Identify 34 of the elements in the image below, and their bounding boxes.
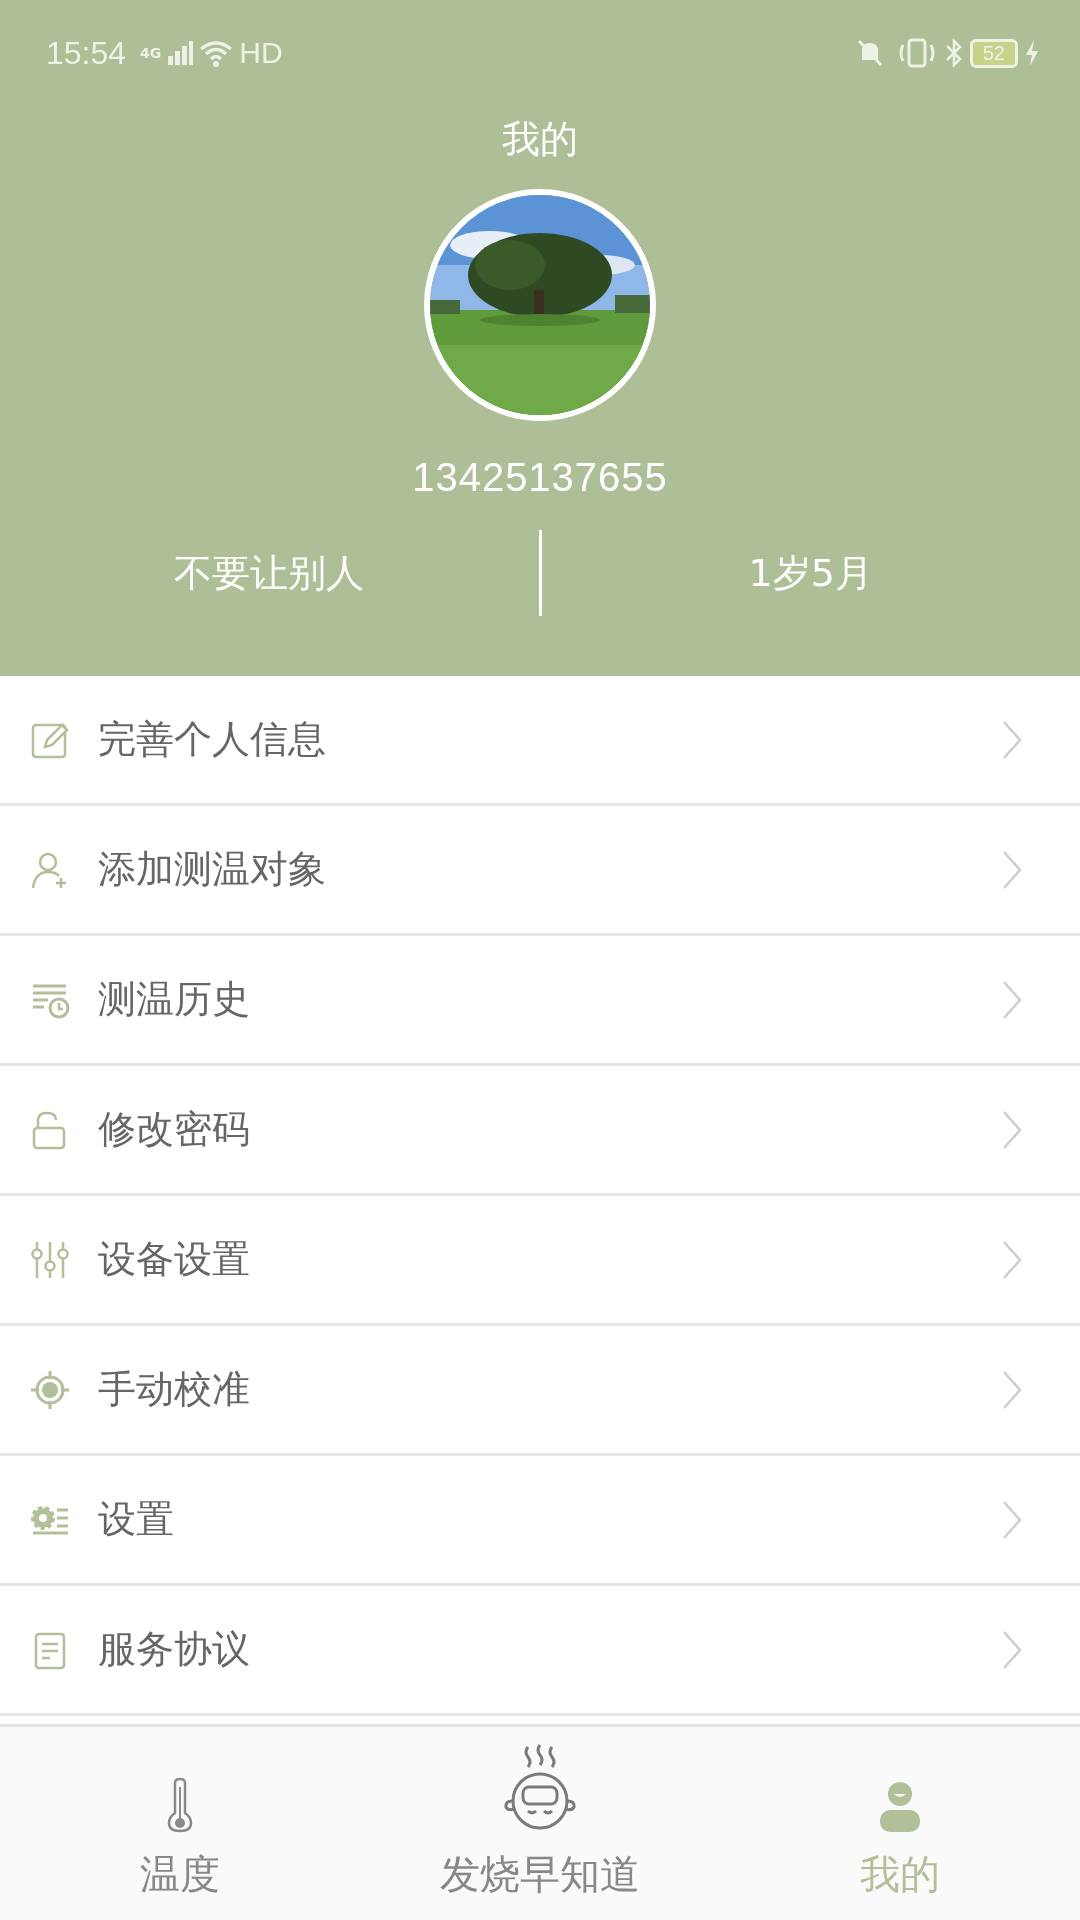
bluetooth-icon [943, 37, 964, 69]
chevron-right-icon [1002, 849, 1022, 890]
menu-label: 设置 [98, 1496, 175, 1543]
profile-name: 不要让别人 [174, 549, 365, 597]
menu-label: 服务协议 [98, 1626, 251, 1673]
sliders-icon [30, 1239, 70, 1280]
menu-label: 设备设置 [98, 1236, 251, 1283]
status-time: 15:54 [46, 34, 127, 72]
signal-icon [167, 40, 194, 66]
wifi-icon [199, 39, 234, 67]
person-icon [878, 1781, 922, 1833]
charging-icon [1024, 39, 1040, 67]
thermometer-icon [165, 1777, 195, 1833]
phone-number: 13425137655 [412, 455, 668, 500]
chevron-right-icon [1002, 1109, 1022, 1150]
wifi-label: HD [239, 36, 283, 70]
chevron-right-icon [1002, 1239, 1022, 1280]
chevron-right-icon [1002, 979, 1022, 1020]
chevron-right-icon [1002, 1499, 1022, 1540]
menu-label: 测温历史 [98, 976, 251, 1023]
chevron-right-icon [1002, 1369, 1022, 1410]
menu-label: 完善个人信息 [98, 716, 327, 763]
battery-indicator: 52 [969, 38, 1018, 68]
target-icon [30, 1369, 70, 1410]
tab[interactable]: 温度 [0, 1727, 360, 1920]
menu-label: 手动校准 [98, 1366, 251, 1413]
menu-label: 修改密码 [98, 1106, 251, 1153]
page-title: 我的 [502, 116, 578, 163]
menu-label: 添加测温对象 [98, 846, 327, 893]
tab[interactable]: 发烧早知道 [360, 1727, 720, 1920]
chevron-right-icon [1002, 1629, 1022, 1670]
chevron-right-icon [1002, 719, 1022, 760]
profile-age: 1岁5月 [748, 549, 873, 597]
network-label: 4G [140, 45, 162, 61]
